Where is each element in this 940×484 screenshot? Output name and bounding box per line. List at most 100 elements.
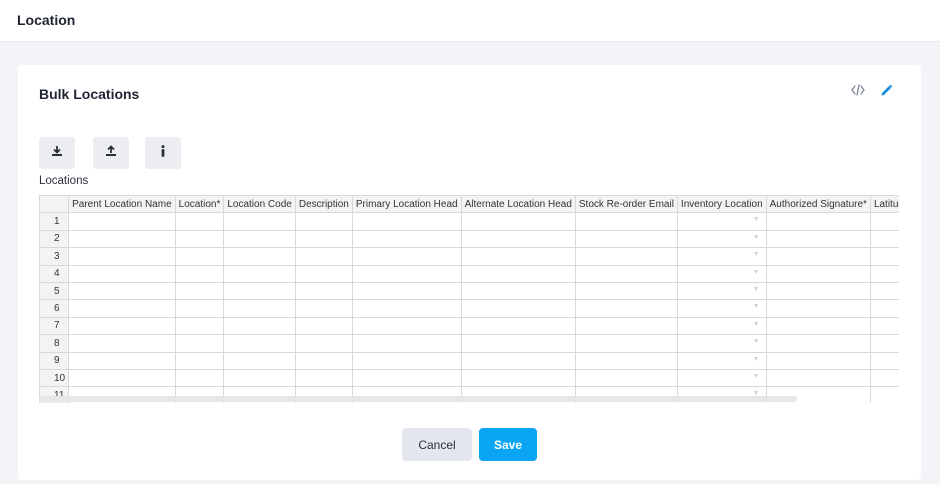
dropdown-cell[interactable] — [676, 316, 767, 336]
grid-cell[interactable] — [223, 351, 296, 370]
grid-cell[interactable] — [223, 264, 296, 283]
grid-cell[interactable] — [294, 334, 353, 353]
grid-cell[interactable] — [294, 247, 353, 266]
pencil-icon[interactable] — [878, 82, 894, 98]
grid-cell[interactable] — [68, 299, 176, 318]
grid-cell[interactable] — [68, 247, 176, 266]
grid-cell[interactable] — [174, 334, 225, 353]
grid-cell[interactable] — [869, 386, 899, 403]
grid-cell[interactable] — [574, 334, 678, 353]
dropdown-cell[interactable] — [676, 281, 767, 301]
grid-cell[interactable] — [574, 368, 678, 388]
grid-cell[interactable] — [869, 264, 899, 283]
cancel-button[interactable]: Cancel — [402, 428, 472, 461]
grid-cell[interactable] — [174, 299, 225, 318]
column-header[interactable]: Stock Re-order Email — [574, 195, 678, 214]
grid-cell[interactable] — [294, 229, 353, 249]
grid-cell[interactable] — [68, 316, 176, 336]
grid-cell[interactable] — [869, 212, 899, 231]
row-number[interactable]: 8 — [39, 334, 70, 353]
locations-grid[interactable]: Parent Location Name Location* Location Co… — [39, 195, 899, 403]
column-header[interactable]: Alternate Location Head — [460, 195, 576, 214]
row-number[interactable]: 1 — [39, 212, 70, 231]
grid-cell[interactable] — [294, 281, 353, 301]
column-header[interactable]: Location Code — [223, 195, 296, 214]
grid-cell[interactable] — [460, 334, 576, 353]
grid-cell[interactable] — [574, 299, 678, 318]
row-number[interactable]: 7 — [39, 316, 70, 336]
grid-cell[interactable] — [765, 334, 871, 353]
row-number[interactable]: 3 — [39, 247, 70, 266]
grid-cell[interactable] — [869, 316, 899, 336]
grid-cell[interactable] — [460, 229, 576, 249]
grid-cell[interactable] — [765, 281, 871, 301]
grid-cell[interactable] — [351, 229, 462, 249]
grid-cell[interactable] — [765, 247, 871, 266]
grid-cell[interactable] — [351, 247, 462, 266]
grid-cell[interactable] — [223, 281, 296, 301]
column-header[interactable]: Inventory Location — [676, 195, 767, 214]
column-header[interactable]: Description — [294, 195, 353, 214]
grid-cell[interactable] — [869, 281, 899, 301]
grid-cell[interactable] — [223, 334, 296, 353]
download-button[interactable] — [39, 137, 75, 169]
grid-cell[interactable] — [294, 368, 353, 388]
grid-cell[interactable] — [574, 316, 678, 336]
row-number[interactable]: 10 — [39, 368, 70, 388]
grid-cell[interactable] — [460, 247, 576, 266]
spreadsheet-table[interactable]: Parent Location Name Location* Location Co… — [39, 195, 899, 403]
code-icon[interactable] — [850, 82, 866, 98]
grid-cell[interactable] — [765, 351, 871, 370]
grid-cell[interactable] — [460, 299, 576, 318]
grid-cell[interactable] — [869, 229, 899, 249]
row-number[interactable]: 5 — [39, 281, 70, 301]
grid-cell[interactable] — [574, 247, 678, 266]
grid-cell[interactable] — [869, 247, 899, 266]
grid-cell[interactable] — [174, 212, 225, 231]
grid-cell[interactable] — [174, 281, 225, 301]
grid-cell[interactable] — [351, 264, 462, 283]
grid-cell[interactable] — [574, 229, 678, 249]
grid-cell[interactable] — [294, 299, 353, 318]
grid-cell[interactable] — [869, 334, 899, 353]
column-header[interactable]: Parent Location Name — [68, 195, 176, 214]
grid-cell[interactable] — [765, 368, 871, 388]
grid-cell[interactable] — [351, 316, 462, 336]
grid-cell[interactable] — [294, 316, 353, 336]
dropdown-cell[interactable] — [676, 299, 767, 318]
horizontal-scrollbar[interactable] — [39, 396, 797, 402]
grid-cell[interactable] — [574, 351, 678, 370]
grid-cell[interactable] — [223, 247, 296, 266]
grid-cell[interactable] — [68, 281, 176, 301]
grid-cell[interactable] — [351, 299, 462, 318]
grid-cell[interactable] — [765, 299, 871, 318]
grid-cell[interactable] — [68, 351, 176, 370]
grid-cell[interactable] — [765, 229, 871, 249]
grid-cell[interactable] — [174, 368, 225, 388]
grid-cell[interactable] — [294, 212, 353, 231]
grid-cell[interactable] — [460, 368, 576, 388]
grid-cell[interactable] — [223, 229, 296, 249]
dropdown-cell[interactable] — [676, 334, 767, 353]
grid-cell[interactable] — [294, 351, 353, 370]
grid-cell[interactable] — [574, 212, 678, 231]
grid-cell[interactable] — [460, 316, 576, 336]
row-number[interactable]: 9 — [39, 351, 70, 370]
dropdown-cell[interactable] — [676, 264, 767, 283]
grid-cell[interactable] — [174, 316, 225, 336]
grid-cell[interactable] — [174, 264, 225, 283]
column-header[interactable]: Primary Location Head — [351, 195, 462, 214]
grid-cell[interactable] — [574, 264, 678, 283]
grid-cell[interactable] — [223, 299, 296, 318]
info-button[interactable] — [145, 137, 181, 169]
grid-cell[interactable] — [294, 264, 353, 283]
grid-cell[interactable] — [351, 281, 462, 301]
grid-cell[interactable] — [174, 247, 225, 266]
grid-cell[interactable] — [351, 334, 462, 353]
row-number[interactable]: 6 — [39, 299, 70, 318]
dropdown-cell[interactable] — [676, 212, 767, 231]
row-number[interactable]: 2 — [39, 229, 70, 249]
grid-cell[interactable] — [68, 334, 176, 353]
grid-cell[interactable] — [460, 212, 576, 231]
grid-cell[interactable] — [765, 316, 871, 336]
